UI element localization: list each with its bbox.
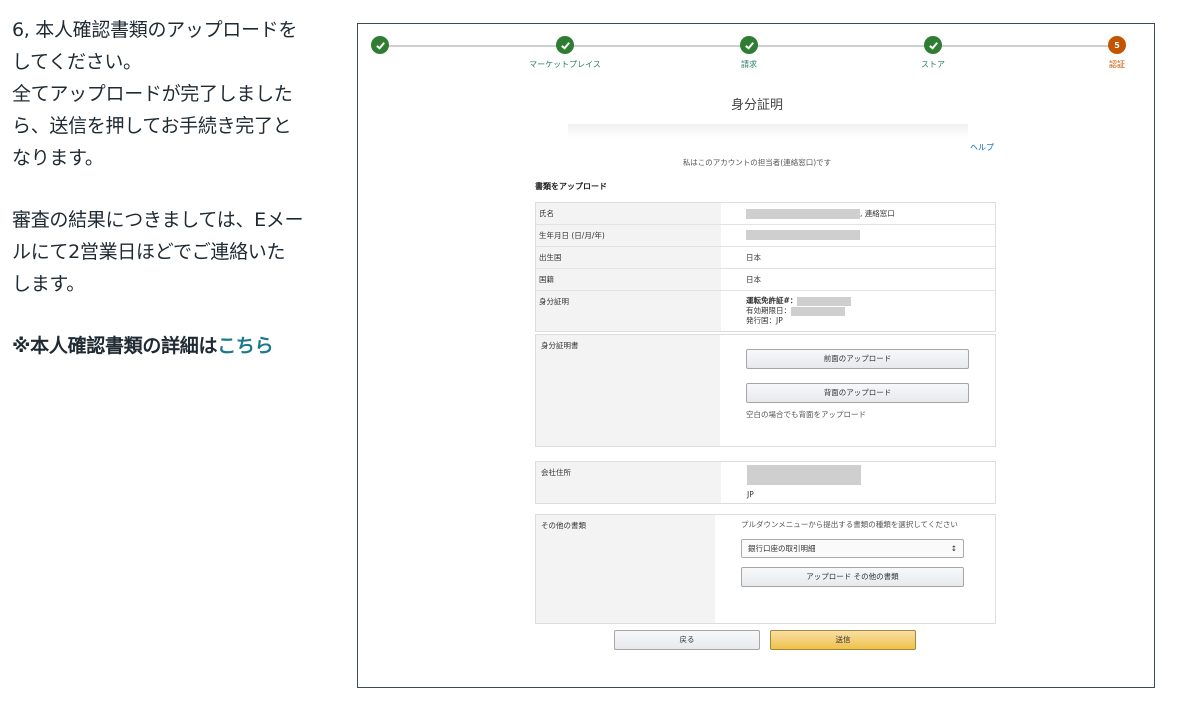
step-verification: 5 認証	[1072, 36, 1154, 70]
table-row: 身分証明 運転免許証#： 有効期限日： 発行国：JP	[536, 291, 995, 331]
name-label: 氏名	[536, 203, 721, 224]
help-link[interactable]: ヘルプ	[970, 142, 994, 153]
table-row: 国籍 日本	[536, 269, 995, 291]
details-link[interactable]: こちら	[217, 335, 273, 357]
instructions-panel: 6, 本人確認書類のアップロードを してください。 全てアップロードが完了しまし…	[12, 14, 352, 362]
birth-country-value: 日本	[746, 253, 761, 262]
submit-button[interactable]: 送信	[770, 630, 916, 650]
table-row: 生年月日 (日/月/年)	[536, 225, 995, 247]
redacted-block	[746, 230, 860, 240]
id-value: 運転免許証#： 有効期限日： 発行国：JP	[721, 291, 995, 331]
document-type-selected: 銀行口座の取引明細	[748, 544, 816, 553]
id-label: 身分証明	[536, 291, 721, 331]
upload-back-button[interactable]: 背面のアップロード	[746, 383, 969, 403]
check-icon	[556, 36, 574, 54]
info-table: 氏名 , 連絡窓口 生年月日 (日/月/年) 出生国 日本 国籍 日本 身分証明…	[535, 202, 996, 332]
step-label: マーケットプレイス	[529, 60, 601, 69]
instruction-line: 全てアップロードが完了しました	[12, 83, 293, 105]
section-heading: 書類をアップロード	[535, 182, 607, 191]
details-note-text: ※本人確認書類の詳細は	[12, 335, 218, 357]
company-address-box: 会社住所 JP	[535, 461, 996, 504]
step-store: ストア	[888, 36, 978, 70]
company-address-label: 会社住所	[536, 462, 721, 503]
instruction-line: してください。	[12, 51, 142, 73]
nationality-value: 日本	[746, 275, 761, 284]
back-upload-hint: 空白の場合でも背面をアップロード	[746, 410, 866, 419]
birth-country-label: 出生国	[536, 247, 721, 268]
other-documents-actions: プルダウンメニューから提出する書類の種類を選択してください 銀行口座の取引明細 …	[715, 515, 995, 623]
dob-label: 生年月日 (日/月/年)	[536, 225, 721, 246]
name-value: , 連絡窓口	[721, 203, 995, 224]
check-icon	[924, 36, 942, 54]
redacted-block	[797, 296, 852, 306]
instruction-line: 6, 本人確認書類のアップロードを	[12, 19, 298, 41]
nationality-label: 国籍	[536, 269, 721, 290]
company-address-value: JP	[721, 462, 995, 503]
redacted-block	[747, 465, 861, 485]
step-1	[358, 36, 425, 59]
page-title: 身分証明	[730, 98, 783, 113]
table-row: 氏名 , 連絡窓口	[536, 203, 995, 225]
screenshot-frame: マーケットプレイス 請求 ストア 5 認証 身分証明 ヘルプ 私はこのアカウント…	[357, 23, 1155, 688]
instruction-line: なります。	[12, 147, 104, 169]
instruction-line: 審査の結果につきましては、Eメー	[12, 209, 304, 231]
document-type-select[interactable]: 銀行口座の取引明細 ↕	[741, 539, 964, 558]
redacted-block	[791, 306, 845, 316]
check-icon	[740, 36, 758, 54]
step-marketplace: マーケットプレイス	[520, 36, 610, 70]
issuer-value: 発行国：JP	[746, 316, 783, 325]
divider	[568, 124, 968, 138]
id-document-box: 身分証明書 前面のアップロード 背面のアップロード 空白の場合でも背面をアップロ…	[535, 334, 996, 447]
progress-stepper: マーケットプレイス 請求 ストア 5 認証	[358, 24, 1154, 84]
document-type-hint: プルダウンメニューから提出する書類の種類を選択してください	[741, 520, 958, 529]
id-document-label: 身分証明書	[536, 335, 720, 446]
license-label: 運転免許証#：	[746, 296, 798, 305]
step-label: 請求	[741, 60, 757, 69]
other-documents-label: その他の書類	[536, 515, 715, 623]
expiry-label: 有効期限日：	[746, 306, 791, 315]
select-arrows-icon: ↕	[950, 544, 957, 553]
redacted-block	[746, 209, 860, 219]
instruction-line: ルにて2営業日ほどでご連絡いた	[12, 241, 286, 263]
step-billing: 請求	[704, 36, 794, 70]
instruction-line: ら、送信を押してお手続き完了と	[12, 115, 292, 137]
step-label: 認証	[1109, 60, 1125, 69]
step-number-badge: 5	[1108, 36, 1126, 54]
id-document-actions: 前面のアップロード 背面のアップロード 空白の場合でも背面をアップロード	[720, 335, 995, 446]
table-row: 出生国 日本	[536, 247, 995, 269]
upload-other-documents-button[interactable]: アップロード その他の書類	[741, 567, 964, 587]
name-suffix: , 連絡窓口	[860, 209, 895, 218]
details-note: ※本人確認書類の詳細はこちら	[12, 330, 352, 362]
instruction-line: します。	[12, 273, 85, 295]
step-label: ストア	[921, 60, 945, 69]
address-country: JP	[747, 490, 754, 499]
back-button[interactable]: 戻る	[614, 630, 760, 650]
other-documents-box: その他の書類 プルダウンメニューから提出する書類の種類を選択してください 銀行口…	[535, 514, 996, 624]
contact-note: 私はこのアカウントの担当者(連絡窓口)です	[682, 158, 832, 167]
upload-front-button[interactable]: 前面のアップロード	[746, 349, 969, 369]
check-icon	[371, 36, 389, 54]
dob-value	[721, 225, 995, 246]
